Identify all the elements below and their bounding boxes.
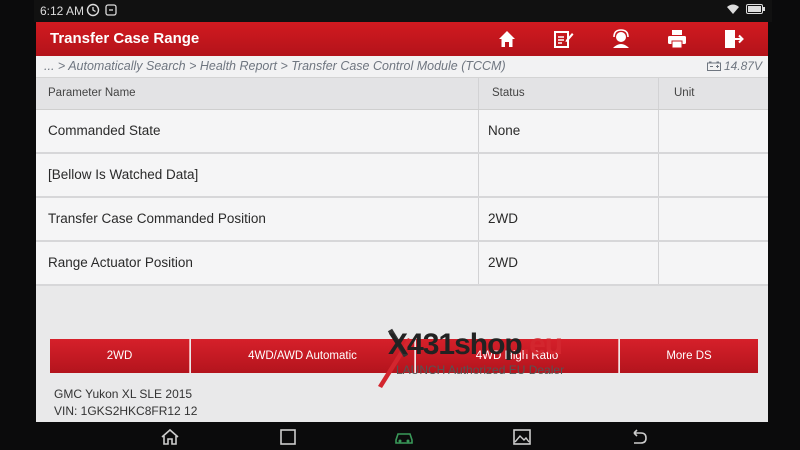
column-header-status: Status (492, 87, 525, 99)
edit-button[interactable] (540, 26, 586, 52)
parameter-status: 2WD (488, 255, 518, 270)
parameter-status: None (488, 123, 521, 138)
parameter-name: [Bellow Is Watched Data] (48, 167, 199, 182)
4wd-awd-automatic-button[interactable]: 4WD/AWD Automatic (191, 339, 415, 373)
status-right (726, 3, 766, 15)
system-nav-bar (34, 422, 772, 450)
voltage-value: 14.87V (723, 59, 762, 73)
exit-button[interactable] (710, 26, 756, 52)
breadcrumb: ... > Automatically Search > Health Repo… (36, 56, 768, 78)
table-header: Parameter Name Status Unit (36, 78, 768, 110)
action-button-row: 2WD 4WD/AWD Automatic 4WD High Ratio Mor… (50, 339, 758, 373)
notification-icon (105, 4, 117, 16)
parameter-name: Range Actuator Position (48, 255, 193, 270)
table-row[interactable]: Transfer Case Commanded Position 2WD (36, 198, 768, 242)
print-button[interactable] (654, 26, 700, 52)
vehicle-info: GMC Yukon XL SLE 2015 VIN: 1GKS2HKC8FR12… (54, 386, 197, 420)
app-window: Transfer Case Range ... > Automatically … (36, 22, 768, 422)
exit-icon (725, 30, 744, 48)
system-status-bar: 6:12 AM (34, 0, 772, 22)
column-header-parameter: Parameter Name (48, 87, 136, 99)
parameter-name: Transfer Case Commanded Position (48, 211, 266, 226)
column-header-unit: Unit (674, 87, 695, 99)
table-row[interactable]: Range Actuator Position 2WD (36, 242, 768, 286)
car-battery-icon (706, 61, 721, 71)
wifi-icon (727, 4, 739, 14)
vehicle-vin: VIN: 1GKS2HKC8FR12 12 (54, 404, 198, 418)
home-icon[interactable] (160, 428, 180, 446)
parameter-status: 2WD (488, 211, 518, 226)
parameter-name: Commanded State (48, 123, 161, 138)
voltage-readout: 14.87V (706, 59, 762, 73)
2wd-button[interactable]: 2WD (50, 339, 190, 373)
print-icon (668, 30, 686, 49)
home-icon (499, 31, 515, 47)
edit-icon (554, 31, 574, 48)
device-screen: 6:12 AM Transfer Case Range ... > Automa… (0, 0, 800, 450)
battery-icon (746, 4, 765, 14)
page-title: Transfer Case Range (50, 30, 200, 47)
vehicle-model: GMC Yukon XL SLE 2015 (54, 387, 193, 401)
recents-icon[interactable] (278, 428, 298, 446)
clock: 6:12 AM (40, 4, 85, 18)
back-icon[interactable] (628, 428, 648, 446)
car-icon[interactable] (394, 428, 414, 446)
support-icon (613, 29, 629, 48)
table-row[interactable]: [Bellow Is Watched Data] (36, 154, 768, 198)
header-bar: Transfer Case Range (36, 22, 768, 56)
data-table: Parameter Name Status Unit Commanded Sta… (36, 78, 768, 286)
more-ds-button[interactable]: More DS (620, 339, 758, 373)
table-row[interactable]: Commanded State None (36, 110, 768, 154)
breadcrumb-path[interactable]: ... > Automatically Search > Health Repo… (44, 59, 506, 73)
gallery-icon[interactable] (512, 428, 532, 446)
4wd-high-button[interactable]: 4WD High Ratio (416, 339, 619, 373)
sync-icon (86, 3, 100, 17)
home-button[interactable] (484, 26, 530, 52)
support-button[interactable] (598, 26, 644, 52)
